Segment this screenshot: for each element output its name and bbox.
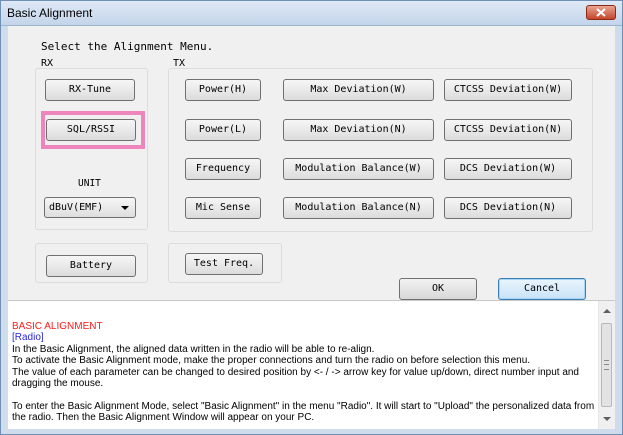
sql-rssi-button[interactable]: SQL/RSSI	[46, 119, 136, 141]
basic-alignment-window: Basic Alignment Select the Alignment Men…	[0, 0, 623, 435]
window-title: Basic Alignment	[7, 6, 93, 20]
grip-icon	[604, 360, 609, 370]
close-x-icon	[596, 8, 606, 17]
mic-sense-button[interactable]: Mic Sense	[185, 197, 261, 219]
dcs-deviation-n-button[interactable]: DCS Deviation(N)	[444, 197, 572, 219]
modulation-balance-n-button[interactable]: Modulation Balance(N)	[283, 197, 434, 219]
power-l-button[interactable]: Power(L)	[185, 119, 261, 141]
rx-tune-button[interactable]: RX-Tune	[45, 79, 135, 101]
battery-button[interactable]: Battery	[46, 255, 136, 277]
title-bar[interactable]: Basic Alignment	[1, 1, 622, 26]
help-content: BASIC ALIGNMENT [Radio] In the Basic Ali…	[12, 321, 597, 424]
help-paragraph: In the Basic Alignment, the aligned data…	[12, 343, 375, 355]
menu-heading: Select the Alignment Menu.	[41, 40, 214, 53]
ok-button[interactable]: OK	[399, 278, 477, 300]
help-paragraph: To enter the Basic Alignment Mode, selec…	[12, 400, 595, 424]
max-deviation-n-button[interactable]: Max Deviation(N)	[283, 119, 434, 141]
ctcss-deviation-w-button[interactable]: CTCSS Deviation(W)	[444, 79, 572, 101]
unit-select-value: dBuV(EMF)	[49, 202, 104, 213]
unit-select[interactable]: dBuV(EMF)	[44, 197, 136, 218]
max-deviation-w-button[interactable]: Max Deviation(W)	[283, 79, 434, 101]
unit-label: UNIT	[78, 178, 101, 189]
scroll-up-arrow-icon[interactable]	[603, 309, 611, 313]
close-button[interactable]	[586, 5, 616, 20]
help-paragraph: To activate the Basic Alignment mode, ma…	[12, 355, 531, 367]
chevron-down-icon	[121, 206, 129, 210]
power-h-button[interactable]: Power(H)	[185, 79, 261, 101]
frequency-button[interactable]: Frequency	[185, 158, 261, 180]
dcs-deviation-w-button[interactable]: DCS Deviation(W)	[444, 158, 572, 180]
scroll-down-arrow-icon[interactable]	[603, 417, 611, 421]
help-scrollbar[interactable]	[598, 301, 615, 429]
alignment-menu-panel: Select the Alignment Menu. RX RX-Tune SQ…	[8, 26, 615, 300]
scroll-thumb[interactable]	[601, 323, 612, 407]
help-text-area[interactable]: BASIC ALIGNMENT [Radio] In the Basic Ali…	[8, 300, 615, 429]
cancel-button[interactable]: Cancel	[498, 278, 586, 300]
help-title: BASIC ALIGNMENT	[12, 321, 103, 332]
help-section: [Radio]	[12, 332, 44, 344]
help-paragraph: The value of each parameter can be chang…	[12, 366, 579, 390]
test-freq-button[interactable]: Test Freq.	[185, 253, 263, 275]
ctcss-deviation-n-button[interactable]: CTCSS Deviation(N)	[444, 119, 572, 141]
modulation-balance-w-button[interactable]: Modulation Balance(W)	[283, 158, 434, 180]
